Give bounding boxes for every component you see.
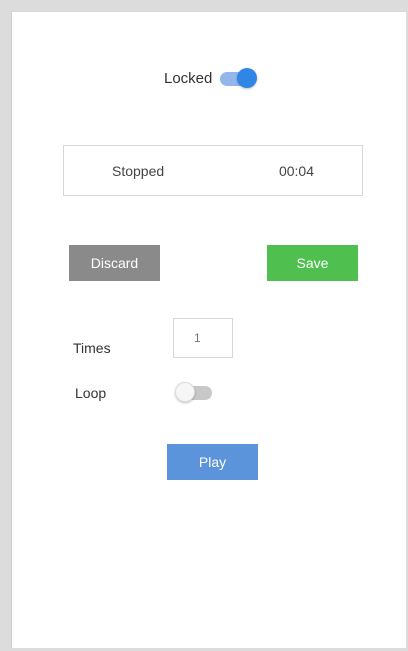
loop-label: Loop bbox=[75, 385, 107, 401]
locked-row: Locked bbox=[164, 67, 258, 88]
times-input[interactable] bbox=[173, 318, 233, 358]
recorder-panel: Locked Stopped 00:04 Discard Save Times … bbox=[11, 11, 406, 648]
locked-toggle[interactable] bbox=[220, 67, 258, 88]
play-button[interactable]: Play bbox=[167, 444, 258, 480]
status-time: 00:04 bbox=[278, 162, 314, 179]
loop-toggle-knob bbox=[175, 382, 195, 402]
times-label: Times bbox=[73, 340, 111, 356]
status-box: Stopped 00:04 bbox=[63, 145, 363, 196]
discard-button[interactable]: Discard bbox=[69, 245, 160, 281]
save-button[interactable]: Save bbox=[267, 245, 358, 281]
locked-toggle-knob bbox=[237, 67, 258, 88]
loop-toggle[interactable] bbox=[175, 382, 212, 402]
locked-label: Locked bbox=[164, 70, 213, 87]
status-state: Stopped bbox=[112, 162, 165, 179]
